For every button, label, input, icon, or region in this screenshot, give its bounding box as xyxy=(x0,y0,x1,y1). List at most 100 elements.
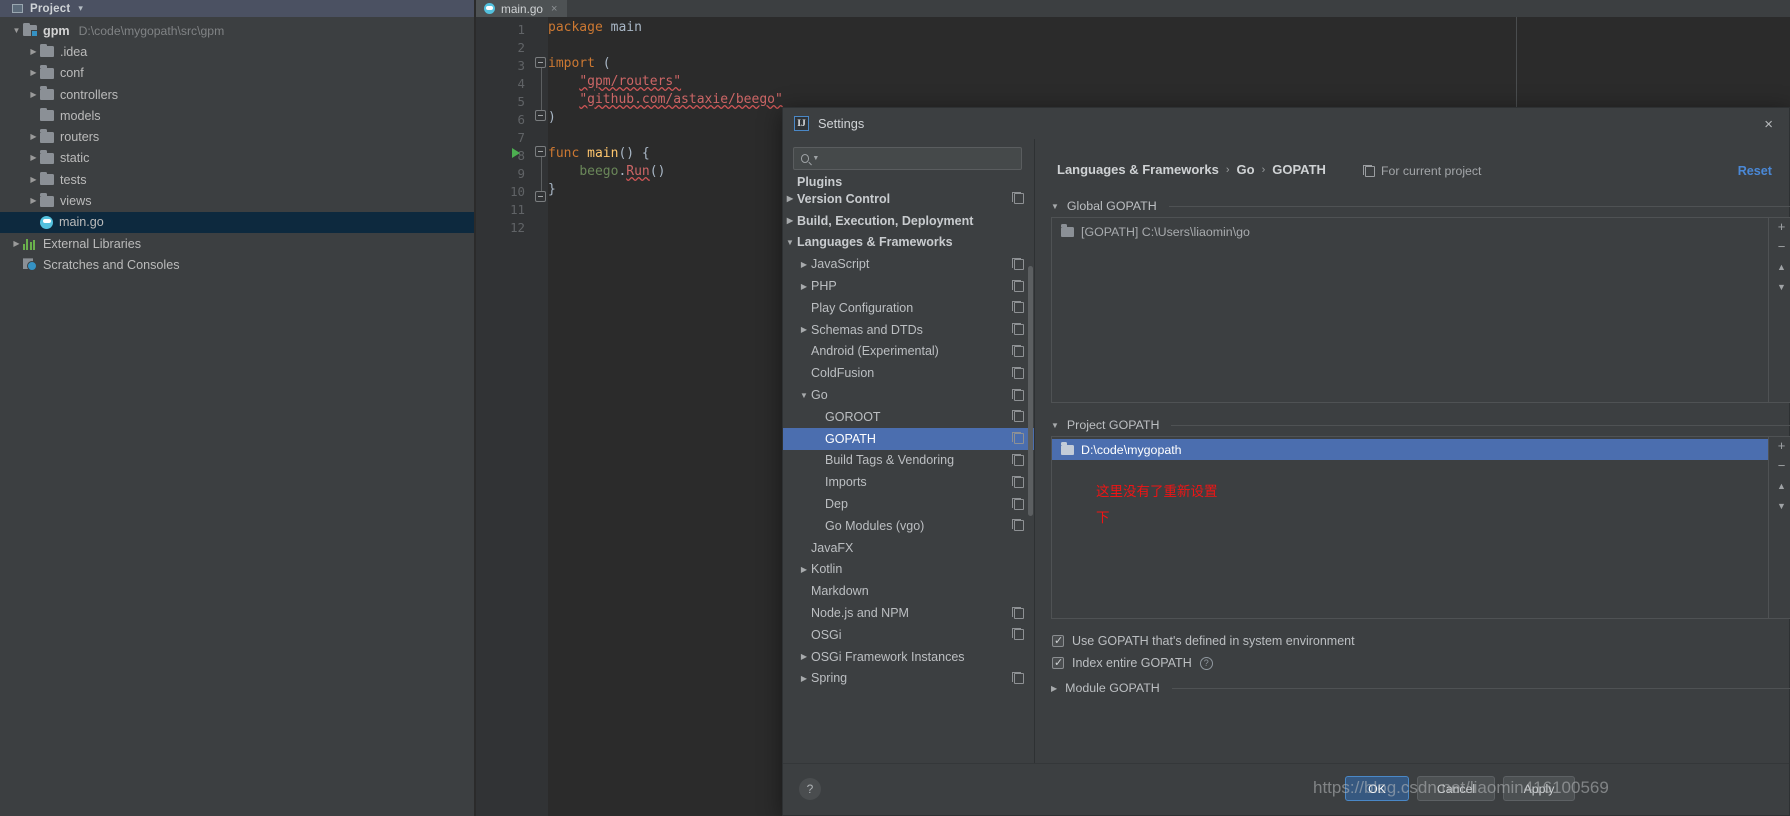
breadcrumb-item-languages-frameworks[interactable]: Languages & Frameworks xyxy=(1057,162,1219,177)
tree-item-idea[interactable]: ▶ .idea xyxy=(0,41,474,62)
chevron-down-icon[interactable]: ▾ xyxy=(78,3,83,14)
copy-icon[interactable] xyxy=(1012,279,1024,292)
tree-item-models[interactable]: ▶ models xyxy=(0,105,474,126)
fold-collapse-icon[interactable] xyxy=(535,191,546,202)
nav-item-nodejs-and-npm[interactable]: ▶ Node.js and NPM xyxy=(783,602,1034,624)
chevron-right-icon[interactable]: ▶ xyxy=(27,197,40,205)
nav-item-play-configuration[interactable]: ▶ Play Configuration xyxy=(783,297,1034,319)
copy-icon[interactable] xyxy=(1012,192,1024,205)
copy-icon[interactable] xyxy=(1012,301,1024,314)
chevron-right-icon[interactable]: ▶ xyxy=(797,282,811,291)
project-panel-header[interactable]: Project ▾ xyxy=(0,0,474,17)
chevron-right-icon[interactable]: ▶ xyxy=(797,652,811,661)
copy-icon[interactable] xyxy=(1012,323,1024,336)
close-icon[interactable]: × xyxy=(1764,117,1773,132)
nav-item-version-control[interactable]: ▶ Version Control xyxy=(783,188,1034,210)
chevron-right-icon[interactable]: ▶ xyxy=(27,69,40,77)
chevron-down-icon[interactable]: ▼ xyxy=(812,155,819,162)
fold-collapse-icon[interactable] xyxy=(535,57,546,68)
nav-item-languages-frameworks[interactable]: ▼ Languages & Frameworks xyxy=(783,232,1034,254)
copy-icon[interactable] xyxy=(1012,453,1024,466)
run-gutter-icon[interactable] xyxy=(512,148,520,158)
chevron-right-icon[interactable]: ▶ xyxy=(27,90,40,99)
editor-fold-column[interactable] xyxy=(534,17,548,816)
chevron-right-icon[interactable]: ▶ xyxy=(783,194,797,203)
nav-item-markdown[interactable]: ▶ Markdown xyxy=(783,580,1034,602)
nav-item-php[interactable]: ▶ PHP xyxy=(783,275,1034,297)
chevron-right-icon[interactable]: ▶ xyxy=(797,674,811,683)
add-button[interactable]: + xyxy=(1778,439,1786,452)
chevron-right-icon[interactable]: ▶ xyxy=(27,133,40,141)
tree-item-gpm[interactable]: ▼ gpm D:\code\mygopath\src\gpm xyxy=(0,20,474,41)
search-input[interactable]: ▼ xyxy=(793,147,1022,170)
ok-button[interactable]: OK xyxy=(1345,776,1409,801)
checkbox-icon[interactable] xyxy=(1052,634,1064,647)
copy-icon[interactable] xyxy=(1012,497,1024,510)
chevron-right-icon[interactable]: ▶ xyxy=(27,47,40,56)
nav-item-build-execution-deployment[interactable]: ▶ Build, Execution, Deployment xyxy=(783,210,1034,232)
tree-item-routers[interactable]: ▶ routers xyxy=(0,126,474,147)
search-field[interactable] xyxy=(821,151,1021,166)
copy-icon[interactable] xyxy=(1012,606,1024,619)
nav-item-javascript[interactable]: ▶ JavaScript xyxy=(783,253,1034,275)
nav-item-osgi-framework-instances[interactable]: ▶ OSGi Framework Instances xyxy=(783,646,1034,668)
list-item[interactable]: [GOPATH] C:\Users\liaomin\go xyxy=(1052,222,1768,241)
help-button[interactable]: ? xyxy=(799,778,821,800)
settings-nav-list[interactable]: ▶ Plugins ▶ Version Control ▶ Build, Exe… xyxy=(783,176,1034,763)
nav-item-dep[interactable]: ▶ Dep xyxy=(783,493,1034,515)
project-gopath-list[interactable]: D:\code\mygopath 这里没有了重新设置 下 xyxy=(1051,436,1769,619)
copy-icon[interactable] xyxy=(1012,432,1024,445)
copy-icon[interactable] xyxy=(1012,671,1024,684)
tree-item-tests[interactable]: ▶ tests xyxy=(0,169,474,190)
nav-item-javafx[interactable]: ▶ JavaFX xyxy=(783,537,1034,559)
nav-item-spring[interactable]: ▶ Spring xyxy=(783,668,1034,690)
help-icon[interactable]: ? xyxy=(1199,656,1213,670)
tree-item-scratches[interactable]: ▶ Scratches and Consoles xyxy=(0,254,474,275)
add-button[interactable]: + xyxy=(1778,220,1786,233)
nav-item-android-experimental[interactable]: ▶ Android (Experimental) xyxy=(783,341,1034,363)
move-down-button[interactable]: ▼ xyxy=(1777,281,1786,293)
copy-icon[interactable] xyxy=(1012,410,1024,423)
checkbox-icon[interactable] xyxy=(1052,656,1064,669)
module-gopath-section-header[interactable]: ▶ Module GOPATH xyxy=(1051,681,1790,695)
global-gopath-section-header[interactable]: ▼ Global GOPATH xyxy=(1051,199,1790,213)
copy-icon[interactable] xyxy=(1012,388,1024,401)
tree-item-main-go[interactable]: ▶ main.go xyxy=(0,211,474,233)
nav-item-go[interactable]: ▼ Go xyxy=(783,384,1034,406)
nav-item-goroot[interactable]: ▶ GOROOT xyxy=(783,406,1034,428)
nav-item-osgi[interactable]: ▶ OSGi xyxy=(783,624,1034,646)
editor-gutter[interactable]: 1 2 3 4 5 6 7 8 9 10 11 12 xyxy=(476,17,534,816)
copy-icon[interactable] xyxy=(1012,475,1024,488)
chevron-down-icon[interactable]: ▼ xyxy=(783,238,797,247)
chevron-right-icon[interactable]: ▶ xyxy=(1051,684,1057,693)
chevron-right-icon[interactable]: ▶ xyxy=(27,154,40,162)
nav-item-gopath[interactable]: ▶ GOPATH xyxy=(783,427,1034,450)
nav-item-imports[interactable]: ▶ Imports xyxy=(783,471,1034,493)
nav-item-schemas-and-dtds[interactable]: ▶ Schemas and DTDs xyxy=(783,319,1034,341)
nav-item-build-tags-vendoring[interactable]: ▶ Build Tags & Vendoring xyxy=(783,450,1034,472)
fold-collapse-icon[interactable] xyxy=(535,146,546,157)
global-gopath-buttons[interactable]: + − ▲ ▼ xyxy=(1769,217,1790,403)
project-gopath-buttons[interactable]: + − ▲ ▼ xyxy=(1769,436,1790,619)
reset-link[interactable]: Reset xyxy=(1738,164,1772,178)
tree-item-static[interactable]: ▶ static xyxy=(0,148,474,169)
chevron-right-icon[interactable]: ▶ xyxy=(10,239,23,248)
chevron-down-icon[interactable]: ▼ xyxy=(1051,202,1059,211)
tree-item-controllers[interactable]: ▶ controllers xyxy=(0,84,474,105)
chevron-right-icon[interactable]: ▶ xyxy=(27,175,40,184)
breadcrumb-item-go[interactable]: Go xyxy=(1237,162,1255,177)
nav-item-kotlin[interactable]: ▶ Kotlin xyxy=(783,559,1034,581)
move-down-button[interactable]: ▼ xyxy=(1777,500,1786,512)
tree-item-external-libraries[interactable]: ▶ External Libraries xyxy=(0,233,474,254)
remove-button[interactable]: − xyxy=(1778,459,1786,472)
project-gopath-section-header[interactable]: ▼ Project GOPATH xyxy=(1051,418,1790,432)
chevron-right-icon[interactable]: ▶ xyxy=(783,216,797,225)
move-up-button[interactable]: ▲ xyxy=(1777,261,1786,273)
chevron-right-icon[interactable]: ▶ xyxy=(797,325,811,334)
nav-item-coldfusion[interactable]: ▶ ColdFusion xyxy=(783,362,1034,384)
global-gopath-list[interactable]: [GOPATH] C:\Users\liaomin\go xyxy=(1051,217,1769,403)
apply-button[interactable]: Apply xyxy=(1503,776,1575,801)
move-up-button[interactable]: ▲ xyxy=(1777,480,1786,492)
chevron-down-icon[interactable]: ▼ xyxy=(797,391,811,400)
chevron-right-icon[interactable]: ▶ xyxy=(797,260,811,269)
